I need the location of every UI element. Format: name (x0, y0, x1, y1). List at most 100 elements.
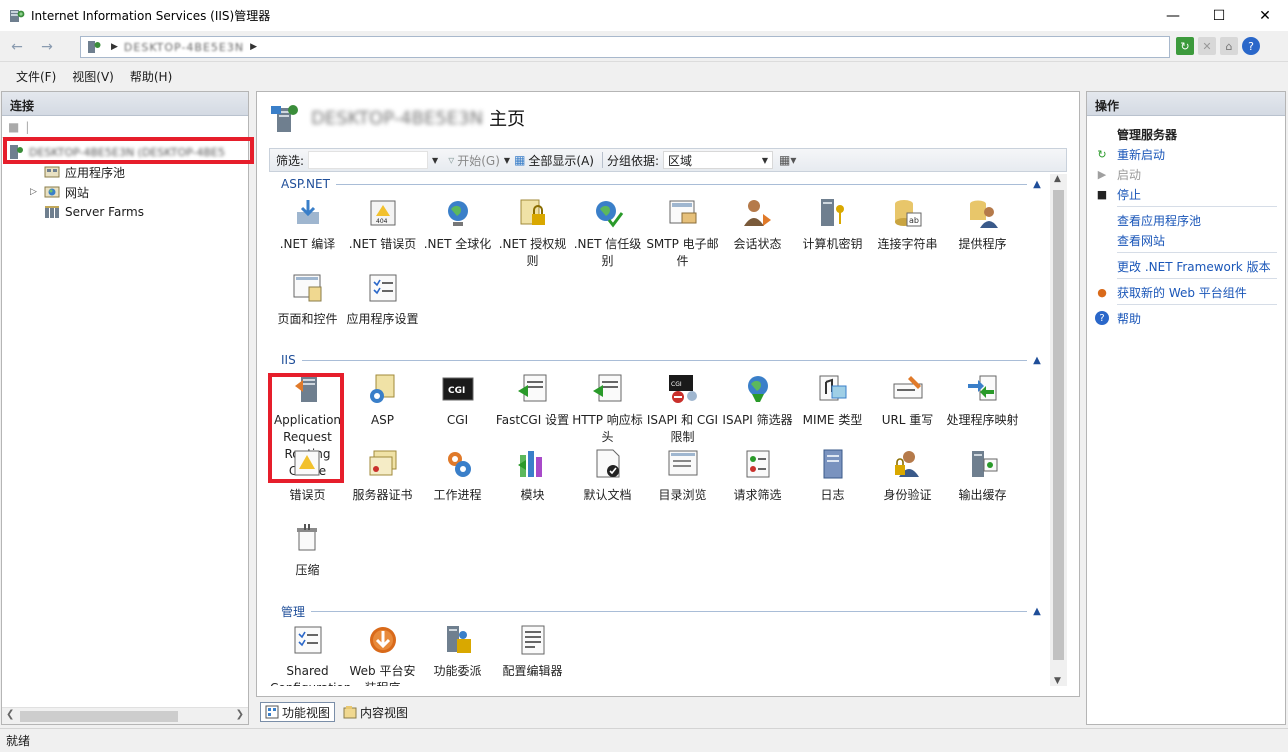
feature-web-platform-installer[interactable]: Web 平台安装程序 (345, 619, 420, 686)
feature-label: .NET 全球化 (423, 237, 492, 251)
close-button[interactable]: ✕ (1242, 0, 1288, 31)
scroll-thumb[interactable] (1053, 190, 1064, 660)
group-by-value: 区域 (668, 153, 693, 168)
refresh-icon[interactable]: ↻ (1176, 37, 1194, 55)
dropdown-arrow-icon[interactable]: ▼ (504, 156, 510, 165)
feature-isapi-cgi-restrictions[interactable]: CGI ISAPI 和 CGI 限制 (645, 368, 720, 446)
collapse-icon[interactable]: ▲ (1027, 179, 1047, 190)
action-stop[interactable]: ■ 停止 (1095, 184, 1285, 204)
start-button[interactable]: ▿ 开始(G) (448, 152, 500, 169)
scroll-left-icon[interactable]: ❮ (6, 709, 14, 720)
feature-app-settings[interactable]: 应用程序设置 (345, 267, 420, 328)
action-view-sites[interactable]: 查看网站 (1095, 230, 1285, 250)
scroll-down-icon[interactable]: ▼ (1054, 676, 1061, 686)
menu-help[interactable]: 帮助(H) (122, 66, 180, 87)
feature-cgi[interactable]: CGI CGI (420, 368, 495, 429)
back-button[interactable]: ← (4, 36, 30, 58)
feature-request-filtering[interactable]: 请求筛选 (720, 443, 795, 504)
feature-compression[interactable]: 压缩 (270, 518, 345, 579)
feature-url-rewrite[interactable]: URL 重写 (870, 368, 945, 429)
breadcrumb-server[interactable]: DESKTOP-4BE5E3N (124, 41, 244, 54)
breadcrumb-arrow-icon[interactable]: ▶ (250, 42, 257, 52)
tree-node-label: 网站 (65, 185, 90, 200)
feature-net-compilation[interactable]: .NET 编译 (270, 192, 345, 253)
dropdown-arrow-icon[interactable]: ▼ (432, 156, 438, 165)
action-restart[interactable]: ↻ 重新启动 (1095, 144, 1285, 164)
tree-node-server-farms[interactable]: Server Farms (2, 202, 248, 222)
show-all-button[interactable]: ▦ 全部显示(A) (514, 152, 594, 169)
feature-net-trust-levels[interactable]: .NET 信任级别 (570, 192, 645, 270)
feature-default-document[interactable]: 默认文档 (570, 443, 645, 504)
action-start[interactable]: ▶ 启动 (1095, 164, 1285, 184)
menu-view[interactable]: 视图(V) (64, 66, 122, 87)
address-field[interactable]: ▶ DESKTOP-4BE5E3N ▶ (80, 36, 1170, 58)
menu-file[interactable]: 文件(F) (8, 66, 64, 87)
feature-logging[interactable]: 日志 (795, 443, 870, 504)
home-icon[interactable]: ⌂ (1220, 37, 1238, 55)
feature-modules[interactable]: 模块 (495, 443, 570, 504)
stop-icon[interactable]: ✕ (1198, 37, 1216, 55)
action-view-app-pools[interactable]: 查看应用程序池 (1095, 210, 1285, 230)
feature-label: .NET 授权规则 (498, 237, 567, 268)
feature-delegation[interactable]: 功能委派 (420, 619, 495, 680)
feature-smtp-email[interactable]: SMTP 电子邮件 (645, 192, 720, 270)
section-header[interactable]: ASP.NET ▲ (269, 176, 1047, 192)
features-panel: DESKTOP-4BE5E3N 主页 筛选: ▼ ▿ 开始(G) ▼ ▦ 全部显… (256, 91, 1080, 697)
feature-output-caching[interactable]: 输出缓存 (945, 443, 1020, 504)
help-icon[interactable]: ? (1242, 37, 1260, 55)
action-help[interactable]: ? 帮助 (1095, 308, 1285, 328)
group-by-select[interactable]: 区域 ▼ (663, 151, 774, 169)
feature-handler-mappings[interactable]: 处理程序映射 (945, 368, 1020, 429)
feature-label: 功能委派 (433, 664, 482, 678)
feature-machine-key[interactable]: 计算机密钥 (795, 192, 870, 253)
action-get-web-platform[interactable]: ● 获取新的 Web 平台组件 (1095, 282, 1285, 302)
feature-fastcgi[interactable]: FastCGI 设置 (495, 368, 570, 429)
breadcrumb-arrow-icon[interactable]: ▶ (111, 42, 118, 52)
connect-icon[interactable]: ■ (8, 120, 19, 134)
section-header[interactable]: IIS ▲ (269, 352, 1047, 368)
scroll-right-icon[interactable]: ❯ (236, 709, 244, 720)
feature-net-globalization[interactable]: .NET 全球化 (420, 192, 495, 253)
section-header[interactable]: 管理 ▲ (269, 603, 1047, 619)
web-platform-icon: ● (1097, 285, 1107, 299)
feature-asp[interactable]: ASP (345, 368, 420, 429)
filter-input[interactable] (308, 151, 429, 169)
feature-authentication[interactable]: 身份验证 (870, 443, 945, 504)
expand-icon[interactable]: ▷ (30, 187, 37, 197)
blank-icon (1095, 233, 1109, 247)
collapse-icon[interactable]: ▲ (1027, 606, 1047, 617)
minimize-button[interactable]: — (1150, 0, 1196, 31)
feature-providers[interactable]: 提供程序 (945, 192, 1020, 253)
highlight-box-server (3, 137, 254, 164)
feature-net-authorization[interactable]: .NET 授权规则 (495, 192, 570, 270)
feature-connection-strings[interactable]: ab 连接字符串 (870, 192, 945, 253)
action-change-net-version[interactable]: 更改 .NET Framework 版本 (1095, 256, 1285, 276)
view-mode-icon[interactable]: ▦▾ (779, 153, 796, 167)
feature-shared-configuration[interactable]: Shared Configuration (270, 619, 351, 686)
scroll-up-icon[interactable]: ▲ (1054, 174, 1061, 184)
scroll-thumb[interactable] (20, 711, 178, 722)
forward-button[interactable]: → (34, 36, 60, 58)
features-vscrollbar[interactable]: ▲ ▼ (1050, 174, 1067, 686)
collapse-icon[interactable]: ▲ (1027, 355, 1047, 366)
feature-directory-browsing[interactable]: 目录浏览 (645, 443, 720, 504)
feature-net-error-pages[interactable]: 404 .NET 错误页 (345, 192, 420, 253)
feature-isapi-filters[interactable]: ISAPI 筛选器 (720, 368, 795, 429)
feature-configuration-editor[interactable]: 配置编辑器 (495, 619, 570, 680)
feature-server-certificates[interactable]: 服务器证书 (345, 443, 420, 504)
connections-hscrollbar[interactable]: ❮ ❯ (2, 707, 248, 724)
feature-worker-processes[interactable]: 工作进程 (420, 443, 495, 504)
maximize-button[interactable]: ☐ (1196, 0, 1242, 31)
tree-node-sites[interactable]: ▷ 网站 (2, 182, 248, 202)
feature-mime-types[interactable]: MIME 类型 (795, 368, 870, 429)
feature-label: ISAPI 筛选器 (722, 413, 793, 427)
certificate-icon (369, 450, 396, 476)
feature-pages-controls[interactable]: 页面和控件 (270, 267, 345, 328)
feature-label: HTTP 响应标头 (572, 413, 643, 444)
tab-content-view[interactable]: 内容视图 (339, 702, 412, 722)
tab-features-view[interactable]: 功能视图 (260, 702, 336, 722)
feature-http-response-headers[interactable]: HTTP 响应标头 (570, 368, 645, 446)
feature-session-state[interactable]: 会话状态 (720, 192, 795, 253)
feature-label: Shared Configuration (270, 664, 351, 686)
tree-node-app-pools[interactable]: 应用程序池 (2, 162, 248, 182)
